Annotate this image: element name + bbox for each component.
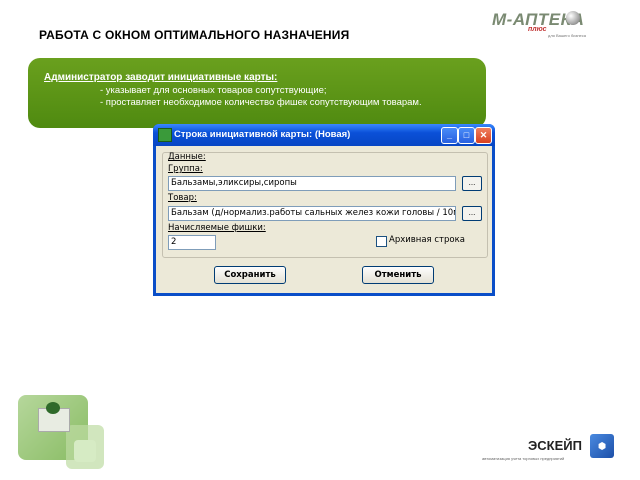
slide-title: РАБОТА С ОКНОМ ОПТИМАЛЬНОГО НАЗНАЧЕНИЯ xyxy=(39,28,350,42)
escape-logo: ЭСКЕЙП ⬢ автоматизация учета торговых пр… xyxy=(482,434,618,466)
escape-logo-text: ЭСКЕЙП xyxy=(528,438,582,453)
product-browse-button[interactable]: ... xyxy=(462,206,482,221)
cancel-button[interactable]: Отменить xyxy=(362,266,434,284)
save-button[interactable]: Сохранить xyxy=(214,266,286,284)
product-field[interactable]: Бальзам (д/нормализ.работы сальных желез… xyxy=(168,206,456,221)
plant-icon xyxy=(46,402,60,414)
dialog-title: Строка инициативной карты: (Новая) xyxy=(174,129,351,140)
minimize-button[interactable]: _ xyxy=(441,127,458,144)
ball-icon xyxy=(566,11,580,25)
app-icon xyxy=(158,128,172,142)
archive-checkbox[interactable] xyxy=(376,236,387,247)
data-group-label: Данные: xyxy=(168,152,206,162)
chips-field[interactable]: 2 xyxy=(168,235,216,250)
close-button[interactable]: ✕ xyxy=(475,127,492,144)
instructions-heading: Администратор заводит инициативные карты… xyxy=(44,72,278,83)
logo-tagline: для Вашего бизнеса xyxy=(548,33,586,38)
instructions-line-2: - проставляет необходимое количество фиш… xyxy=(100,97,422,108)
instructions-line-1: - указывает для основных товаров сопутст… xyxy=(100,85,327,96)
escape-logo-sub: автоматизация учета торговых предприятий xyxy=(482,456,565,461)
dialog-window: Строка инициативной карты: (Новая) _ □ ✕… xyxy=(153,124,495,296)
m-apteka-logo: М-АПТЕКА плюс для Вашего бизнеса xyxy=(488,8,618,40)
archive-label: Архивная строка xyxy=(389,235,465,245)
logo-sub-text: плюс xyxy=(528,26,547,33)
product-field-label: Товар: xyxy=(168,193,197,203)
group-field-label: Группа: xyxy=(168,164,203,174)
chips-field-label: Начисляемые фишки: xyxy=(168,223,266,233)
maximize-button[interactable]: □ xyxy=(458,127,475,144)
dialog-body: Данные: Группа: Бальзамы,эликсиры,сиропы… xyxy=(156,146,492,293)
group-field[interactable]: Бальзамы,эликсиры,сиропы xyxy=(168,176,456,191)
decorative-tile-3 xyxy=(74,440,96,462)
dialog-titlebar[interactable]: Строка инициативной карты: (Новая) _ □ ✕ xyxy=(153,124,495,146)
cube-icon: ⬢ xyxy=(590,434,614,458)
instructions-box: Администратор заводит инициативные карты… xyxy=(28,58,486,128)
group-browse-button[interactable]: ... xyxy=(462,176,482,191)
